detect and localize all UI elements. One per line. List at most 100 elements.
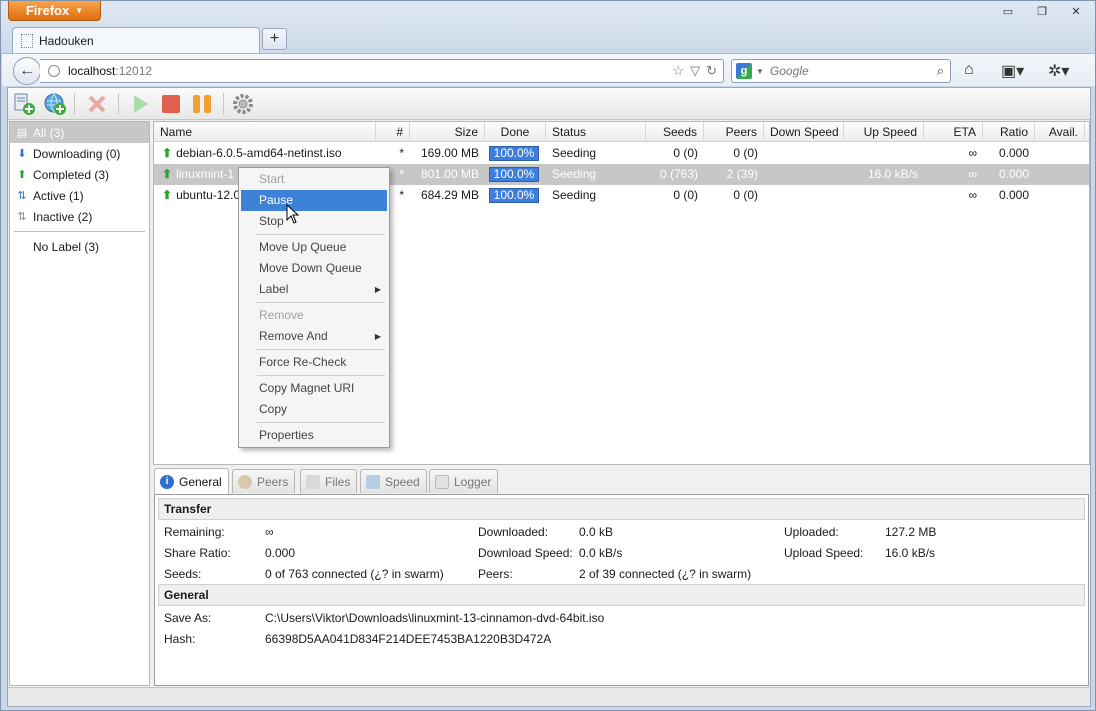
menu-item-start[interactable]: Start (239, 169, 389, 190)
save-as-value: C:\Users\Viktor\Downloads\linuxmint-13-c… (265, 611, 605, 625)
menu-item-properties[interactable]: Properties (239, 425, 389, 446)
add-torrent-file-icon[interactable] (12, 92, 36, 116)
back-button[interactable]: ← (13, 57, 41, 85)
size-cell: 801.00 MB (420, 167, 479, 181)
settings-gear-icon[interactable] (231, 92, 255, 116)
firefox-menu-button[interactable]: Firefox ▼ (8, 1, 101, 21)
column-header-queue[interactable]: # (376, 122, 410, 142)
tab-logger[interactable]: Logger (429, 469, 499, 493)
seeds-label: Seeds: (164, 567, 202, 581)
bookmark-star-icon[interactable]: ☆ (672, 63, 684, 79)
column-header-ratio[interactable]: Ratio (983, 122, 1035, 142)
browser-tab[interactable]: Hadouken (12, 27, 260, 53)
torrent-context-menu: Start Pause Stop Move Up Queue Move Down… (238, 167, 390, 448)
peers-cell: 0 (0) (733, 188, 758, 202)
firefox-menu-label: Firefox (25, 3, 70, 18)
torrent-name: debian-6.0.5-amd64-netinst.iso (176, 146, 342, 160)
menu-item-label[interactable]: Label ▶ (239, 279, 389, 300)
reload-icon[interactable]: ↻ (706, 63, 717, 79)
menu-item-move-up-queue[interactable]: Move Up Queue (239, 237, 389, 258)
start-icon[interactable] (128, 92, 152, 116)
pause-icon[interactable] (190, 92, 214, 116)
menu-item-stop[interactable]: Stop (239, 211, 389, 232)
mouse-cursor-icon (286, 204, 300, 224)
column-header-name[interactable]: Name (154, 122, 376, 142)
sidebar-item-downloading[interactable]: ⬇ Downloading (0) (10, 143, 149, 164)
google-logo-icon[interactable]: g (736, 63, 752, 79)
menu-separator (257, 375, 385, 376)
menu-item-remove-and[interactable]: Remove And ▶ (239, 326, 389, 347)
column-header-eta[interactable]: ETA (924, 122, 983, 142)
peers-label: Peers: (478, 567, 513, 581)
sidebar-item-no-label[interactable]: No Label (3) (10, 236, 149, 257)
sidebar-item-completed[interactable]: ⬆ Completed (3) (10, 164, 149, 185)
status-cell: Seeding (552, 167, 597, 181)
seeding-arrow-icon: ⬆ (162, 188, 173, 202)
torrent-name-cell: ⬆ debian-6.0.5-amd64-netinst.iso (156, 143, 376, 164)
menu-item-remove[interactable]: Remove (239, 305, 389, 326)
add-torrent-url-icon[interactable] (43, 92, 67, 116)
new-tab-button[interactable]: + (262, 28, 287, 50)
sidebar-item-label: All (3) (33, 125, 65, 140)
tab-files[interactable]: Files (300, 469, 358, 493)
uploaded-label: Uploaded: (784, 525, 839, 539)
search-input[interactable]: Google (770, 64, 809, 78)
peers-value: 2 of 39 connected (¿? in swarm) (579, 567, 752, 581)
inactive-icon: ⇅ (17, 211, 27, 223)
tab-general[interactable]: i General (154, 468, 229, 494)
column-header-size[interactable]: Size (410, 122, 485, 142)
minimize-icon[interactable]: ▭ (995, 3, 1021, 19)
table-row[interactable]: ⬆ debian-6.0.5-amd64-netinst.iso * 169.00… (154, 143, 1089, 164)
menu-item-force-recheck[interactable]: Force Re-Check (239, 352, 389, 373)
upload-speed-value: 16.0 kB/s (885, 546, 936, 560)
column-header-seeds[interactable]: Seeds (646, 122, 704, 142)
sidebar-item-inactive[interactable]: ⇅ Inactive (2) (10, 206, 149, 227)
menu-separator (257, 422, 385, 423)
menu-item-remove-and-text: Remove And (259, 329, 328, 343)
column-header-status[interactable]: Status (546, 122, 646, 142)
down-speed-cell (764, 164, 844, 185)
search-engine-dropdown-icon[interactable]: ▼ (756, 67, 764, 76)
stop-icon[interactable] (159, 92, 183, 116)
download-speed-label: Download Speed: (478, 546, 573, 560)
sidebar-item-label: Completed (3) (33, 167, 110, 182)
close-icon[interactable]: ✕ (1063, 3, 1089, 19)
column-header-avail[interactable]: Avail. (1035, 122, 1085, 142)
sidebar-item-active[interactable]: ⇅ Active (1) (10, 185, 149, 206)
history-dropdown-icon[interactable]: ▽ (690, 63, 700, 79)
url-actions: ☆ ▽ ↻ (672, 63, 717, 79)
remove-torrent-icon[interactable] (85, 92, 109, 116)
seeds-cell: 0 (0) (673, 146, 698, 160)
plus-icon: + (269, 30, 280, 47)
status-cell: Seeding (552, 146, 597, 160)
seeds-value: 0 of 763 connected (¿? in swarm) (265, 567, 444, 581)
column-header-down-speed[interactable]: Down Speed (764, 122, 844, 142)
column-header-up-speed[interactable]: Up Speed (844, 122, 924, 142)
downloaded-label: Downloaded: (478, 525, 549, 539)
home-icon[interactable]: ⌂ (964, 61, 974, 79)
share-ratio-value: 0.000 (265, 546, 296, 560)
column-header-peers[interactable]: Peers (704, 122, 764, 142)
search-bar[interactable]: g ▼ Google ⌕ (731, 59, 951, 83)
bookmarks-icon[interactable]: ▣▾ (1001, 61, 1024, 81)
url-bar[interactable]: localhost:12012 ☆ ▽ ↻ (40, 59, 724, 83)
column-header-done[interactable]: Done (485, 122, 546, 142)
maximize-icon[interactable]: ❐ (1029, 3, 1055, 19)
remaining-value: ∞ (265, 525, 274, 539)
menu-item-pause[interactable]: Pause (241, 190, 387, 211)
up-speed-cell (844, 143, 924, 164)
menu-item-copy[interactable]: Copy (239, 399, 389, 420)
up-speed-cell (844, 185, 924, 206)
uploaded-value: 127.2 MB (885, 525, 937, 539)
search-icon[interactable]: ⌕ (937, 63, 944, 79)
share-ratio-label: Share Ratio: (164, 546, 231, 560)
menu-item-copy-magnet-uri[interactable]: Copy Magnet URI (239, 378, 389, 399)
menu-separator (257, 349, 385, 350)
addon-icon[interactable]: ✲▾ (1048, 61, 1069, 81)
seeding-arrow-icon: ⬆ (162, 146, 173, 160)
sidebar-item-all[interactable]: ▤ All (3) (10, 122, 149, 143)
tab-peers[interactable]: Peers (232, 469, 296, 493)
queue-cell: * (399, 146, 404, 160)
tab-speed[interactable]: Speed (360, 469, 427, 493)
menu-item-move-down-queue[interactable]: Move Down Queue (239, 258, 389, 279)
